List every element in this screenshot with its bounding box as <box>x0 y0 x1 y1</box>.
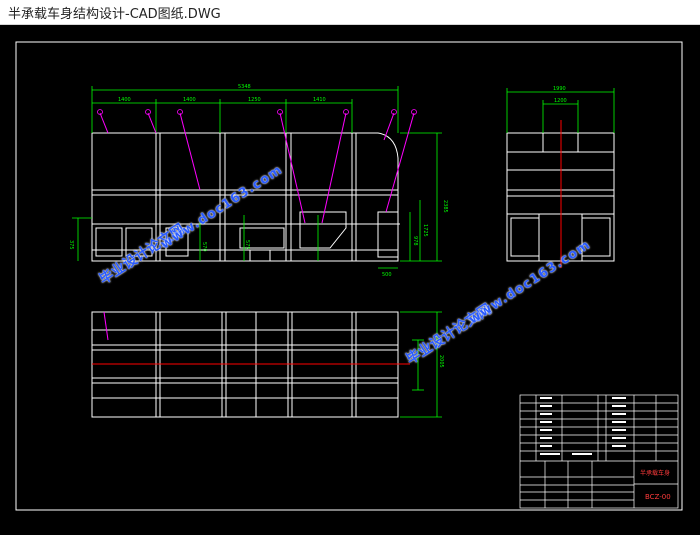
dim-seg1: 1400 <box>118 97 131 103</box>
dim-bottom-width: 500 <box>382 272 392 278</box>
dim-small4: 575 <box>244 240 250 250</box>
title-block-text-marks <box>540 397 626 455</box>
dim-small1: 978 <box>412 236 418 246</box>
leader-tags <box>97 109 417 115</box>
dim-small3: 570 <box>201 242 207 252</box>
dim-seg3: 1250 <box>248 97 261 103</box>
dim-end-width-outer: 1990 <box>553 86 566 92</box>
title-block-part-name: 半承载车身 <box>640 469 670 477</box>
dim-small2: 375 <box>68 240 74 250</box>
dim-plan-height: 2005 <box>438 355 444 368</box>
title-block <box>519 394 679 509</box>
leader-lines <box>99 112 415 224</box>
cad-drawing-canvas[interactable]: 5348 1400 1400 1250 1410 2385 1725 978 3… <box>0 25 700 535</box>
plan-leader <box>103 311 109 341</box>
dim-height-right: 2385 <box>442 200 448 213</box>
dim-seg4: 1410 <box>313 97 326 103</box>
window-titlebar: 半承载车身结构设计-CAD图纸.DWG <box>0 0 700 25</box>
dim-overall-length: 5348 <box>238 84 251 90</box>
window-title: 半承载车身结构设计-CAD图纸.DWG <box>8 7 221 22</box>
dim-seg2: 1400 <box>183 97 196 103</box>
title-block-drawing-no: BCZ-00 <box>645 493 671 501</box>
dim-end-width-inner: 1200 <box>554 98 567 104</box>
dim-height-mid: 1725 <box>422 224 428 237</box>
